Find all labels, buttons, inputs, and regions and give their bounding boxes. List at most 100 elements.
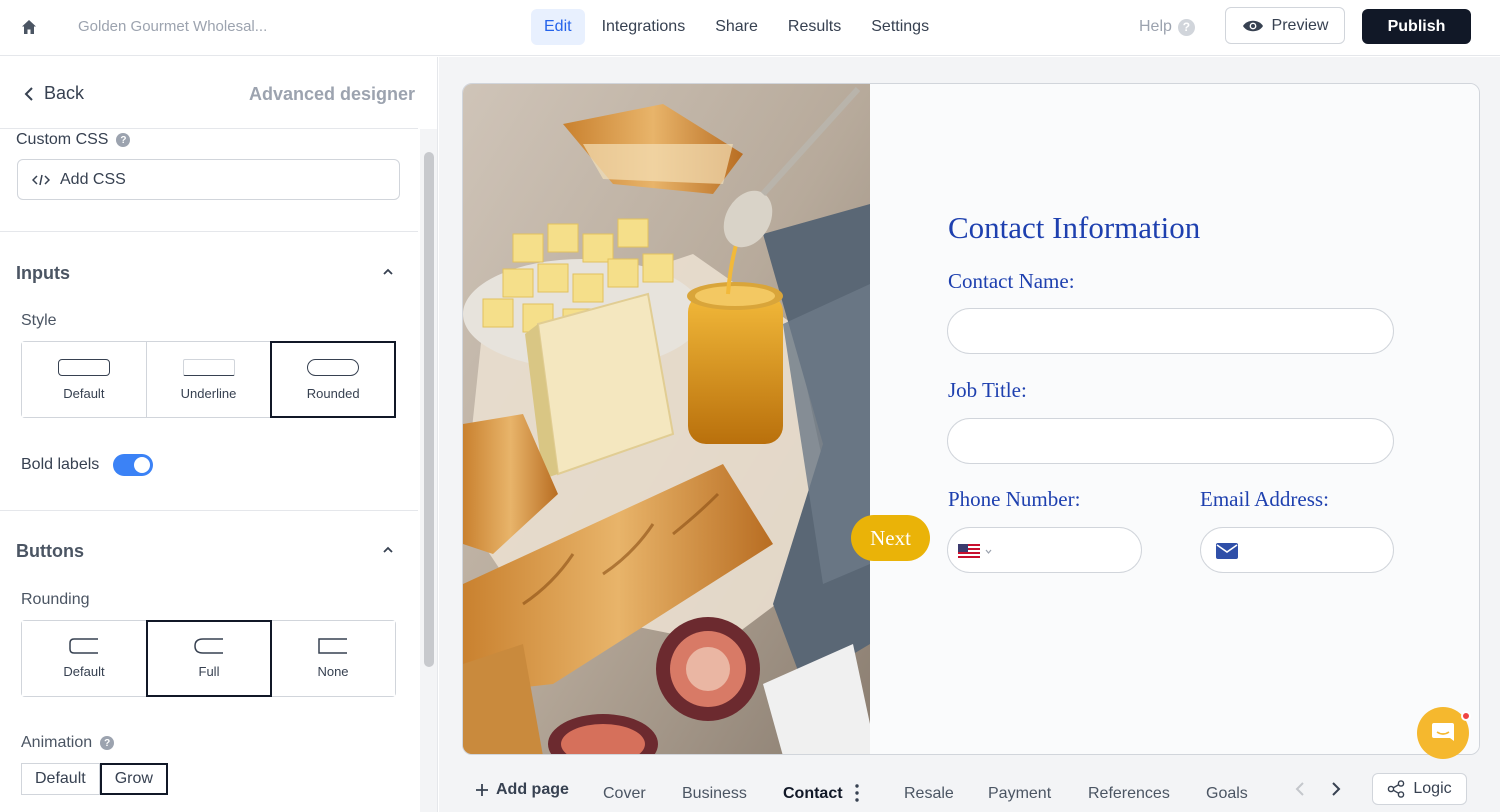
- page-tab-resale[interactable]: Resale: [904, 785, 954, 803]
- panel-title: Advanced designer: [249, 84, 416, 104]
- default-shape-icon: [57, 358, 110, 376]
- rounding-full-label: Full: [198, 664, 220, 679]
- publish-button[interactable]: Publish: [1362, 9, 1471, 44]
- form-title: Contact Information: [948, 210, 1201, 245]
- chevron-left-icon[interactable]: [1292, 780, 1308, 798]
- panel-scrollbar-thumb[interactable]: [424, 152, 434, 667]
- chat-icon: [1432, 723, 1454, 741]
- back-button[interactable]: Back: [24, 83, 84, 104]
- animation-option-grow[interactable]: Grow: [99, 763, 168, 795]
- style-option-rounded[interactable]: Rounded: [270, 341, 397, 418]
- chevron-up-icon[interactable]: [382, 266, 394, 278]
- phone-label: Phone Number:: [948, 487, 1081, 511]
- rounding-option-none[interactable]: None: [271, 621, 395, 696]
- tab-share[interactable]: Share: [702, 9, 771, 45]
- bold-labels-label: Bold labels: [21, 456, 100, 473]
- share-nodes-icon: [1388, 780, 1405, 798]
- preview-label: Preview: [1271, 16, 1329, 34]
- style-underline-label: Underline: [180, 385, 237, 401]
- page-tab-references[interactable]: References: [1088, 785, 1170, 803]
- email-label: Email Address:: [1200, 487, 1329, 511]
- phone-input[interactable]: [947, 527, 1142, 573]
- contact-name-label: Contact Name:: [948, 269, 1075, 293]
- underline-shape-icon: [182, 358, 235, 376]
- plus-icon: [476, 784, 488, 796]
- project-title[interactable]: Golden Gourmet Wholesal...: [78, 18, 267, 35]
- us-flag-icon[interactable]: [958, 544, 980, 558]
- chevron-left-icon: [24, 86, 33, 101]
- tab-results[interactable]: Results: [775, 9, 854, 45]
- eye-icon: [1242, 20, 1263, 31]
- custom-css-heading: Custom CSS ?: [16, 131, 131, 149]
- style-label: Style: [21, 312, 57, 329]
- logic-label: Logic: [1413, 780, 1452, 797]
- page-tab-contact[interactable]: Contact: [783, 785, 843, 803]
- page-tab-cover[interactable]: Cover: [603, 785, 646, 803]
- chevron-right-icon[interactable]: [1328, 780, 1344, 798]
- job-title-label: Job Title:: [948, 378, 1027, 402]
- rounding-default-icon: [69, 638, 98, 654]
- help-link[interactable]: Help ?: [1139, 18, 1195, 36]
- job-title-input[interactable]: [947, 418, 1394, 464]
- animation-label: Animation: [21, 734, 93, 751]
- designer-panel: Back Advanced designer Custom CSS ? Add …: [0, 57, 438, 812]
- page-tab-goals[interactable]: Goals: [1206, 785, 1248, 803]
- section-divider: [0, 231, 418, 232]
- form-preview-card: Contact Information Contact Name: Job Ti…: [462, 83, 1480, 755]
- style-option-default[interactable]: Default: [22, 342, 147, 417]
- section-divider: [0, 510, 418, 511]
- envelope-icon: [1216, 543, 1238, 559]
- animation-option-default[interactable]: Default: [21, 763, 100, 795]
- style-default-label: Default: [63, 385, 105, 401]
- notification-dot: [1461, 711, 1471, 721]
- bold-labels-toggle[interactable]: [113, 454, 154, 476]
- rounding-label: Rounding: [21, 591, 90, 608]
- animation-selector: Default Grow: [21, 763, 168, 795]
- style-rounded-label: Rounded: [306, 385, 360, 401]
- buttons-section-title[interactable]: Buttons: [16, 541, 84, 562]
- style-option-underline[interactable]: Underline: [146, 342, 272, 417]
- bold-labels-row: Bold labels: [21, 454, 154, 476]
- info-icon[interactable]: ?: [100, 736, 115, 750]
- button-rounding-selector: Default Full None: [21, 620, 396, 697]
- back-label: Back: [44, 83, 85, 103]
- rounded-shape-icon: [307, 358, 360, 376]
- tab-edit[interactable]: Edit: [531, 9, 585, 45]
- chevron-up-icon[interactable]: [382, 544, 394, 556]
- main-nav: Edit Integrations Share Results Settings: [531, 9, 942, 45]
- rounding-none-icon: [318, 638, 347, 654]
- add-page-button[interactable]: Add page: [476, 781, 569, 799]
- input-style-selector: Default Underline Rounded: [21, 341, 397, 418]
- inputs-section-title[interactable]: Inputs: [16, 263, 70, 284]
- add-css-button[interactable]: Add CSS: [17, 159, 400, 200]
- home-icon[interactable]: [18, 16, 40, 38]
- custom-css-label: Custom CSS: [16, 131, 109, 148]
- help-label: Help: [1139, 18, 1172, 35]
- add-css-label: Add CSS: [60, 170, 126, 188]
- top-bar: Golden Gourmet Wholesal... Edit Integrat…: [0, 0, 1500, 56]
- email-input[interactable]: [1200, 527, 1394, 573]
- contact-form: Contact Information Contact Name: Job Ti…: [870, 84, 1479, 754]
- add-page-label: Add page: [496, 781, 569, 798]
- chevron-down-icon[interactable]: [985, 549, 992, 554]
- logic-button[interactable]: Logic: [1372, 773, 1467, 805]
- page-options-icon[interactable]: [855, 784, 859, 802]
- contact-name-input[interactable]: [947, 308, 1394, 354]
- rounding-option-full[interactable]: Full: [146, 620, 272, 697]
- code-icon: [32, 174, 50, 185]
- rounding-default-label: Default: [63, 664, 105, 679]
- tab-integrations[interactable]: Integrations: [589, 9, 699, 45]
- toggle-knob: [134, 457, 151, 473]
- info-icon[interactable]: ?: [116, 133, 131, 147]
- page-tab-payment[interactable]: Payment: [988, 785, 1051, 803]
- rounding-none-label: None: [317, 664, 349, 679]
- rounding-option-default[interactable]: Default: [22, 621, 147, 696]
- panel-header: Back Advanced designer: [0, 57, 418, 129]
- next-button[interactable]: Next: [851, 515, 930, 561]
- rounding-full-icon: [194, 638, 223, 654]
- page-tab-business[interactable]: Business: [682, 785, 747, 803]
- help-icon: ?: [1177, 18, 1195, 36]
- preview-button[interactable]: Preview: [1225, 7, 1345, 44]
- tab-settings[interactable]: Settings: [858, 9, 942, 45]
- animation-heading: Animation ?: [21, 734, 115, 752]
